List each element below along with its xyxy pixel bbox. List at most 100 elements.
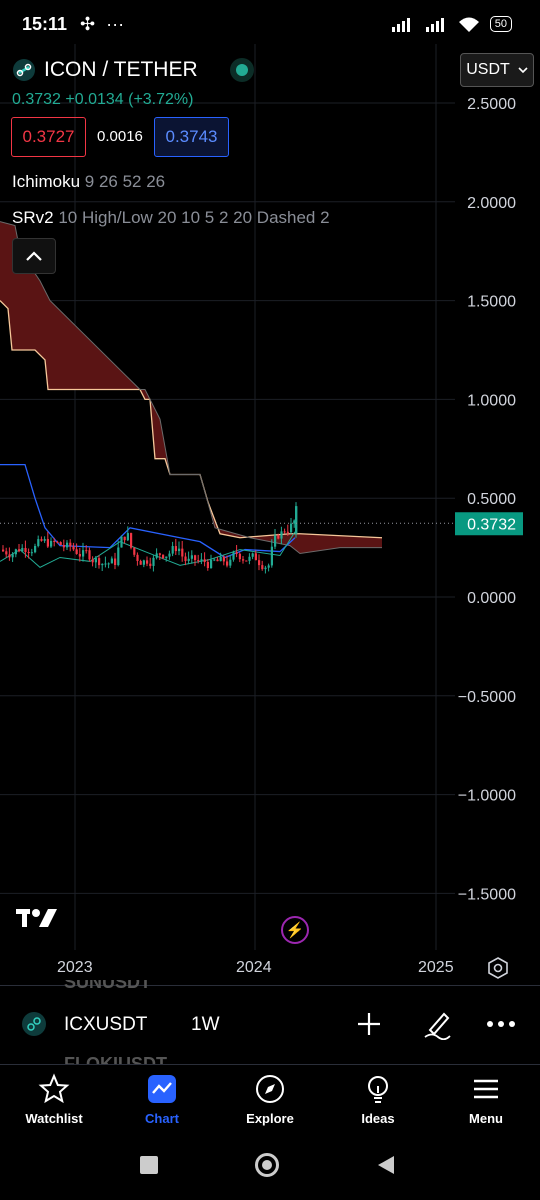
x-axis-label: 2024 <box>236 959 272 976</box>
nav-label: Menu <box>469 1111 503 1126</box>
icx-logo-icon <box>13 59 35 81</box>
chevron-down-icon <box>518 67 528 74</box>
candle-body <box>126 533 129 541</box>
cloud-area <box>0 221 382 554</box>
currency-label: USDT <box>466 61 510 78</box>
gear-icon[interactable] <box>486 956 510 980</box>
symbol-header[interactable]: ICON / TETHER <box>12 58 248 82</box>
candle-body <box>165 556 168 559</box>
candle-body <box>40 539 43 541</box>
sell-button[interactable]: 0.3727 <box>11 117 86 157</box>
candle-body <box>203 559 206 563</box>
nav-label: Chart <box>145 1111 179 1126</box>
candle-body <box>18 549 21 552</box>
candle-body <box>5 551 8 555</box>
status-time: 15:11 <box>22 14 68 34</box>
back-icon[interactable] <box>376 1154 396 1176</box>
pinwheel-icon: ✣ <box>80 14 96 34</box>
candle-body <box>53 541 56 543</box>
symbol-ticker-button[interactable]: ICXUSDT <box>64 1014 147 1036</box>
candle-body <box>242 559 245 561</box>
candle-body <box>114 558 117 566</box>
candle-body <box>11 554 14 558</box>
price-axis-label: 1.5000 <box>467 294 516 311</box>
nav-ideas[interactable]: Ideas <box>324 1065 432 1141</box>
indicator-lines <box>0 463 296 568</box>
flash-icon[interactable]: ⚡ <box>281 916 309 944</box>
candle-body <box>200 559 203 562</box>
candle-body <box>283 531 286 533</box>
candle-body <box>178 548 181 552</box>
price-axis-label: 0.5000 <box>467 491 516 508</box>
candle-body <box>66 542 69 548</box>
candle-body <box>222 556 225 562</box>
candle-body <box>152 557 155 566</box>
candle-body <box>130 533 133 548</box>
price-axis-label: −1.0000 <box>458 788 516 805</box>
currency-selector[interactable]: USDT <box>460 53 534 87</box>
candle-body <box>117 547 120 566</box>
star-icon <box>38 1073 70 1104</box>
candle-body <box>14 549 17 555</box>
candle-body <box>226 561 229 566</box>
more-options-icon[interactable] <box>486 1012 516 1036</box>
candle-body <box>34 546 37 553</box>
nav-menu[interactable]: Menu <box>432 1065 540 1141</box>
candle-body <box>280 531 283 539</box>
candle-body <box>286 531 289 533</box>
tradingview-logo <box>16 909 57 927</box>
candle-body <box>123 536 126 541</box>
candle-body <box>155 553 158 558</box>
recent-apps-button[interactable] <box>140 1156 158 1174</box>
candle-body <box>98 558 101 566</box>
candle-body <box>56 541 59 543</box>
candle-body <box>37 539 40 547</box>
plus-icon[interactable] <box>355 1010 383 1038</box>
candle-body <box>187 558 190 561</box>
drawing-pen-icon[interactable] <box>422 1008 452 1040</box>
candle-body <box>238 553 241 560</box>
price-axis-label: 1.0000 <box>467 392 516 409</box>
candle-body <box>8 554 11 558</box>
nav-label: Explore <box>246 1111 294 1126</box>
home-button[interactable] <box>255 1153 279 1177</box>
ghost-symbol-below: FLOKIUSDT <box>64 1054 167 1064</box>
indicator-ichimoku[interactable]: Ichimoku 9 26 52 26 <box>12 172 165 192</box>
indicator-srv2[interactable]: SRv2 10 High/Low 20 10 5 2 20 Dashed 2 <box>12 208 330 228</box>
candle-body <box>267 565 270 568</box>
nav-explore[interactable]: Explore <box>216 1065 324 1141</box>
price-axis-label: 2.5000 <box>467 96 516 113</box>
candle-body <box>46 539 49 547</box>
candle-body <box>69 542 72 547</box>
buy-button[interactable]: 0.3743 <box>154 117 229 157</box>
nav-watchlist[interactable]: Watchlist <box>0 1065 108 1141</box>
candle-body <box>171 546 174 554</box>
indicator-params: 10 High/Low 20 10 5 2 20 Dashed 2 <box>58 208 330 227</box>
candle-body <box>206 562 209 569</box>
status-notification-icons: ✣ ··· <box>80 14 124 35</box>
candle-body <box>197 560 200 562</box>
candle-body <box>232 552 235 560</box>
collapse-indicators-button[interactable] <box>12 238 56 274</box>
symbol-logo-icon <box>22 1012 46 1036</box>
ichimoku-cloud <box>0 221 383 555</box>
interval-button[interactable]: 1W <box>191 1014 220 1036</box>
candle-body <box>254 553 257 561</box>
price-change: 0.3732 +0.0134 (+3.72%) <box>12 91 194 108</box>
wifi-icon <box>458 17 479 32</box>
indicator-name: Ichimoku <box>12 172 81 191</box>
candle-body <box>277 535 280 539</box>
indicator-name: SRv2 <box>12 208 54 227</box>
candle-body <box>264 567 267 570</box>
candle-body <box>181 548 184 557</box>
nav-chart[interactable]: Chart <box>108 1065 216 1141</box>
last-price-label: 0.3732 <box>467 516 516 533</box>
candle-body <box>162 554 165 559</box>
candle-body <box>258 560 261 566</box>
candle-body <box>85 550 88 552</box>
candle-body <box>139 560 142 565</box>
x-axis-label: 2025 <box>418 959 454 976</box>
symbol-title: ICON / TETHER <box>44 58 198 81</box>
candle-body <box>133 547 136 555</box>
signal-icon-2 <box>425 18 444 32</box>
